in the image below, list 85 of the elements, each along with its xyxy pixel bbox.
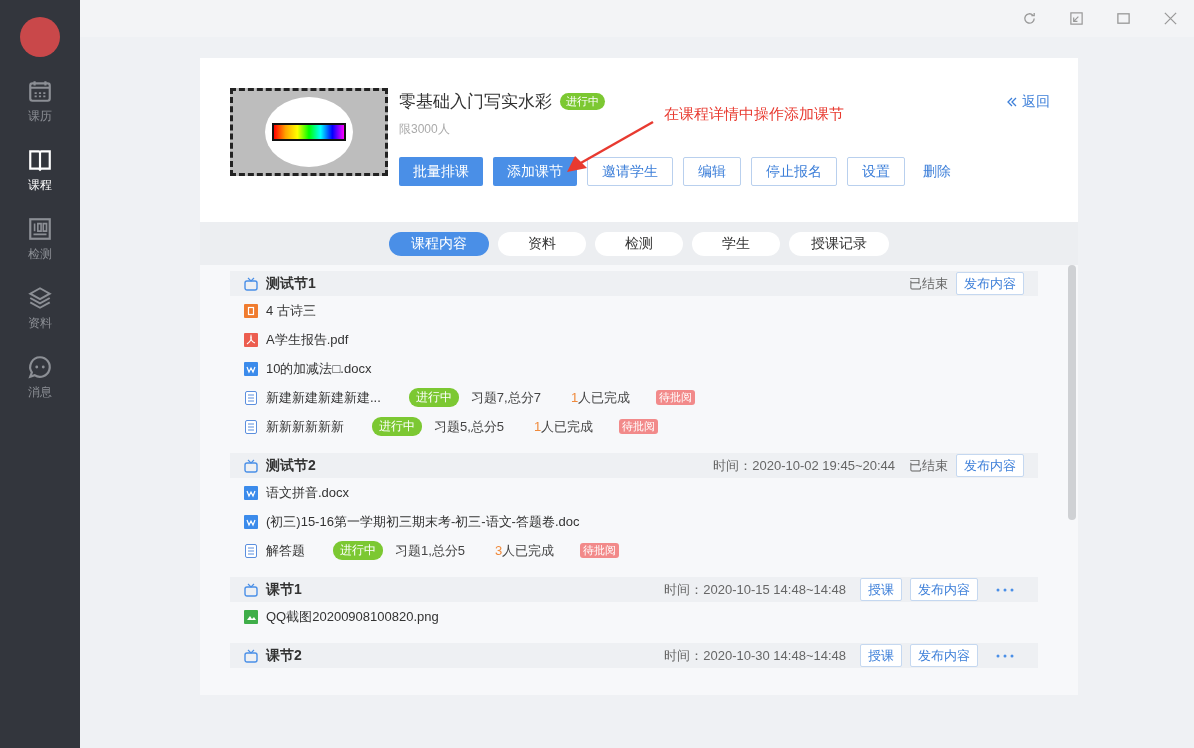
file-name[interactable]: 4 古诗三 [266, 301, 316, 320]
file-name[interactable]: QQ截图20200908100820.png [266, 607, 439, 626]
status-tag: 进行中 [560, 93, 605, 110]
section-status: 已结束 [909, 456, 948, 475]
section-status: 已结束 [909, 274, 948, 293]
document-icon [244, 419, 258, 434]
quiz-info: 习题1,总分5 [395, 541, 466, 560]
status-tag: 进行中 [408, 388, 459, 407]
restore-icon[interactable] [1069, 11, 1084, 26]
nav-item[interactable]: 检测 [0, 212, 80, 267]
document-icon [244, 390, 258, 405]
action-button[interactable]: 停止报名 [751, 157, 837, 186]
calendar-icon [27, 78, 53, 104]
tv-icon [244, 648, 258, 663]
nav-item[interactable]: 课程 [0, 143, 80, 198]
course-title: 零基础入门写实水彩 [399, 91, 552, 113]
nav-item[interactable]: 课历 [0, 74, 80, 129]
section-button[interactable]: 发布内容 [956, 454, 1024, 477]
action-button[interactable]: 邀请学生 [587, 157, 673, 186]
enrollment-limit: 限3000人 [399, 121, 451, 138]
section-button[interactable]: 发布内容 [956, 272, 1024, 295]
file-name[interactable]: 新建新建新建新建... [266, 388, 381, 407]
back-link[interactable]: 返回 [1006, 92, 1050, 112]
more-icon[interactable] [996, 653, 1014, 658]
quiz-info: 习题7,总分7 [470, 388, 541, 407]
tab[interactable]: 资料 [498, 231, 586, 256]
scrollbar[interactable] [1068, 265, 1076, 520]
pdf-file-icon [244, 332, 258, 347]
tab[interactable]: 授课记录 [789, 231, 889, 256]
nav-item[interactable]: 资料 [0, 281, 80, 336]
score-sheet-icon [27, 216, 53, 242]
word-file-icon [244, 514, 258, 529]
section-button[interactable]: 发布内容 [910, 578, 978, 601]
completion-count: 1人已完成 [570, 388, 631, 407]
status-tag: 进行中 [333, 541, 383, 560]
close-icon[interactable] [1163, 11, 1178, 26]
chat-icon [27, 354, 53, 380]
layers-icon [27, 285, 53, 311]
review-badge: 待批阅 [619, 419, 659, 434]
quiz-info: 习题5,总分5 [434, 417, 505, 436]
completion-count: 3人已完成 [495, 541, 555, 560]
file-name[interactable]: 10的加减法□.docx [266, 359, 372, 378]
section-title: 课节1 [266, 580, 302, 599]
avatar[interactable] [20, 17, 60, 57]
section-button[interactable]: 发布内容 [910, 644, 978, 667]
section-time: 时间：2020-10-02 19:45~20:44 [713, 456, 895, 475]
tv-icon [244, 276, 258, 291]
section-title: 测试节2 [266, 456, 316, 475]
double-chevron-icon [1006, 96, 1018, 108]
file-name[interactable]: 语文拼音.docx [266, 483, 350, 502]
tv-icon [244, 582, 258, 597]
annotation-text: 在课程详情中操作添加课节 [664, 105, 844, 124]
file-name[interactable]: A学生报告.pdf [266, 330, 349, 349]
tab[interactable]: 学生 [692, 231, 780, 256]
action-button[interactable]: 编辑 [683, 157, 741, 186]
file-name[interactable]: 解答题 [266, 541, 305, 560]
word-file-icon [244, 361, 258, 376]
action-button[interactable]: 添加课节 [493, 157, 577, 186]
tab[interactable]: 检测 [595, 231, 683, 256]
refresh-icon[interactable] [1022, 11, 1037, 26]
section-time: 时间：2020-10-15 14:48~14:48 [664, 580, 846, 599]
word-file-icon [244, 485, 258, 500]
tab[interactable]: 课程内容 [389, 231, 489, 256]
section-title: 课节2 [266, 646, 302, 665]
section-button[interactable]: 授课 [860, 644, 902, 667]
review-badge: 待批阅 [656, 390, 696, 405]
review-badge: 待批阅 [580, 543, 620, 558]
maximize-icon[interactable] [1116, 11, 1131, 26]
slides-file-icon [244, 303, 258, 318]
tv-icon [244, 458, 258, 473]
file-name[interactable]: 新新新新新新 [266, 417, 344, 436]
file-name[interactable]: (初三)15-16第一学期初三期末考-初三-语文-答题卷.doc [266, 512, 580, 531]
section-title: 测试节1 [266, 274, 316, 293]
more-icon[interactable] [996, 587, 1014, 592]
delete-link[interactable]: 删除 [915, 157, 959, 186]
action-button[interactable]: 设置 [847, 157, 905, 186]
nav-item[interactable]: 消息 [0, 350, 80, 405]
status-tag: 进行中 [372, 417, 422, 436]
book-icon [27, 147, 53, 173]
section-button[interactable]: 授课 [860, 578, 902, 601]
action-button[interactable]: 批量排课 [399, 157, 483, 186]
section-time: 时间：2020-10-30 14:48~14:48 [664, 646, 846, 665]
completion-count: 1人已完成 [534, 417, 594, 436]
image-file-icon [244, 609, 258, 624]
document-icon [244, 543, 258, 558]
